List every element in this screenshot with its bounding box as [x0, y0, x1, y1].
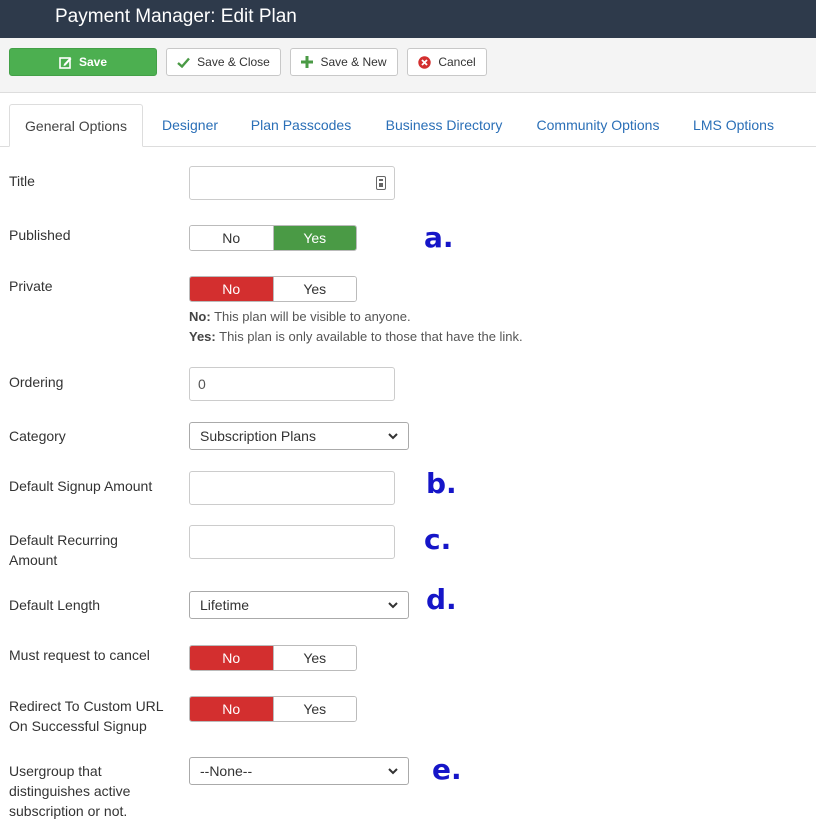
save-button[interactable]: Save [9, 48, 157, 76]
recurring-amount-label-line1: Default Recurring [9, 532, 118, 548]
toolbar: Save Save & Close Save & New Cancel [0, 38, 816, 93]
private-toggle[interactable]: No Yes [189, 276, 357, 302]
redirect-url-toggle[interactable]: No Yes [189, 696, 357, 722]
usergroup-label-line3: subscription or not. [9, 803, 128, 819]
redirect-url-label-line1: Redirect To Custom URL [9, 698, 164, 714]
length-value: Lifetime [200, 597, 250, 613]
save-close-button[interactable]: Save & Close [166, 48, 281, 76]
annotation-b: b. [426, 467, 457, 500]
signup-amount-label: Default Signup Amount [9, 478, 153, 494]
usergroup-value: --None-- [200, 763, 253, 779]
category-label: Category [9, 428, 66, 444]
ordering-value: 0 [198, 376, 206, 392]
save-close-label: Save & Close [197, 55, 270, 69]
cancel-icon [418, 55, 432, 69]
recurring-amount-input[interactable] [189, 525, 395, 559]
save-label: Save [78, 55, 108, 69]
must-request-cancel-yes-option[interactable]: Yes [272, 646, 356, 670]
title-bar: Payment Manager: Edit Plan [0, 0, 816, 38]
annotation-a: a. [424, 221, 454, 254]
tab-designer[interactable]: Designer [150, 104, 230, 146]
tab-plan-passcodes[interactable]: Plan Passcodes [240, 104, 362, 146]
signup-amount-input[interactable] [189, 471, 395, 505]
chevron-down-icon [388, 767, 398, 774]
private-yes-option[interactable]: Yes [272, 277, 356, 301]
usergroup-label-line1: Usergroup that [9, 763, 102, 779]
length-select[interactable]: Lifetime [189, 591, 409, 619]
private-label: Private [9, 278, 53, 294]
recurring-amount-label-line2: Amount [9, 552, 58, 568]
published-toggle[interactable]: No Yes [189, 225, 357, 251]
recurring-amount-label: Default Recurring Amount [9, 530, 118, 570]
private-help-no-key: No: [189, 309, 211, 324]
clipboard-icon [376, 176, 386, 190]
category-value: Subscription Plans [200, 428, 316, 444]
private-help-yes-key: Yes: [189, 329, 216, 344]
save-new-button[interactable]: Save & New [290, 48, 398, 76]
check-icon [177, 57, 191, 68]
annotation-e: e. [432, 753, 462, 786]
chevron-down-icon [388, 601, 398, 608]
title-input[interactable] [189, 166, 395, 200]
tab-lms-options[interactable]: LMS Options [682, 104, 785, 146]
published-label: Published [9, 227, 71, 243]
redirect-url-no-option[interactable]: No [190, 697, 273, 721]
published-yes-option[interactable]: Yes [272, 226, 356, 250]
edit-icon [59, 56, 72, 69]
cancel-button[interactable]: Cancel [407, 48, 487, 76]
chevron-down-icon [388, 432, 398, 439]
usergroup-label-line2: distinguishes active [9, 783, 131, 799]
usergroup-label: Usergroup that distinguishes active subs… [9, 761, 130, 821]
redirect-url-label: Redirect To Custom URL On Successful Sig… [9, 696, 164, 736]
page-title: Payment Manager: Edit Plan [55, 6, 297, 27]
redirect-url-label-line2: On Successful Signup [9, 718, 147, 734]
tab-community-options[interactable]: Community Options [526, 104, 670, 146]
private-no-option[interactable]: No [190, 277, 273, 301]
title-label: Title [9, 173, 35, 189]
tab-bar: General Options Designer Plan Passcodes … [0, 104, 816, 147]
tab-business-directory[interactable]: Business Directory [374, 104, 514, 146]
private-help-yes-text: This plan is only available to those tha… [219, 329, 523, 344]
must-request-cancel-no-option[interactable]: No [190, 646, 273, 670]
private-help-yes: Yes: This plan is only available to thos… [189, 327, 523, 347]
length-label: Default Length [9, 597, 101, 613]
redirect-url-yes-option[interactable]: Yes [272, 697, 356, 721]
cancel-label: Cancel [438, 55, 476, 69]
private-help-no: No: This plan will be visible to anyone. [189, 307, 411, 327]
private-help-no-text: This plan will be visible to anyone. [214, 309, 411, 324]
usergroup-select[interactable]: --None-- [189, 757, 409, 785]
published-no-option[interactable]: No [190, 226, 273, 250]
category-select[interactable]: Subscription Plans [189, 422, 409, 450]
plus-icon [301, 56, 314, 68]
must-request-cancel-label: Must request to cancel [9, 647, 150, 663]
save-new-label: Save & New [320, 55, 387, 69]
ordering-label: Ordering [9, 374, 64, 390]
tab-general-options[interactable]: General Options [9, 104, 143, 147]
annotation-c: c. [424, 523, 452, 556]
must-request-cancel-toggle[interactable]: No Yes [189, 645, 357, 671]
annotation-d: d. [426, 583, 457, 616]
ordering-input[interactable]: 0 [189, 367, 395, 401]
